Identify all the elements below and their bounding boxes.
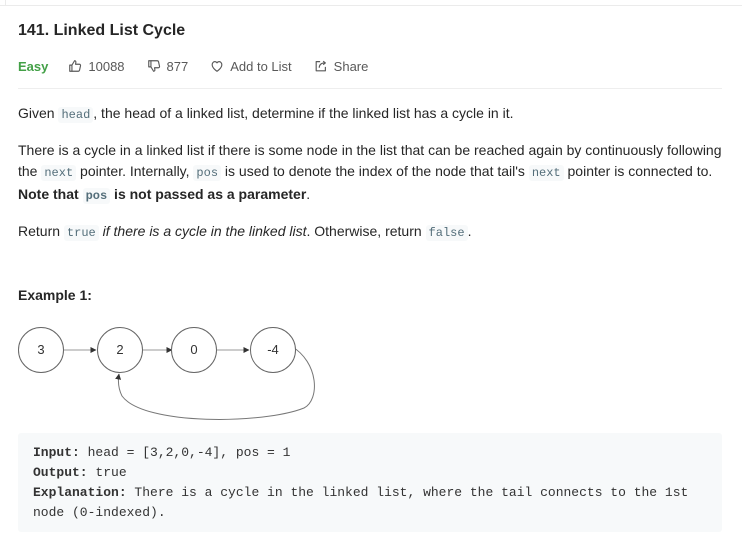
code-false: false [425,225,468,241]
share-label: Share [333,58,369,74]
thumbs-down-icon [147,60,160,72]
node-label: 0 [190,342,197,357]
section-divider [18,88,722,89]
example-explanation: Explanation: There is a cycle in the lin… [33,485,689,520]
problem-meta-bar: Easy 10088 877 Add to List Share [18,56,390,76]
like-count: 10088 [88,58,125,74]
example-title: Example 1: [18,287,92,303]
description-paragraph-1: Given head, the head of a linked list, d… [18,105,514,123]
node-label: 3 [37,342,44,357]
code-pos: pos [82,188,111,204]
example-output: Output: true [33,465,127,480]
code-head: head [58,107,94,123]
code-next: next [41,165,77,181]
note-bold: Note that pos is not passed as a paramet… [18,186,307,204]
linked-list-diagram: 3 2 0 -4 [18,327,315,420]
header-divider [0,0,742,6]
node-label: 2 [116,342,123,357]
dislike-button[interactable]: 877 [147,58,189,74]
heart-icon [211,61,223,72]
description-paragraph-2: There is a cycle in a linked list if the… [18,142,722,204]
code-pos: pos [193,165,222,181]
problem-description: Given head, the head of a linked list, d… [18,103,728,258]
tab-edge [0,0,6,6]
example-code-block: Input: head = [3,2,0,-4], pos = 1 Output… [18,433,722,532]
description-paragraph-3: Return true if there is a cycle in the l… [18,223,472,241]
code-true: true [63,225,99,241]
share-button[interactable]: Share [314,58,369,74]
like-button[interactable]: 10088 [68,58,125,74]
problem-title: 141. Linked List Cycle [18,22,186,39]
example-input: Input: head = [3,2,0,-4], pos = 1 [33,445,291,460]
add-to-list-button[interactable]: Add to List [210,58,292,74]
thumbs-up-icon [69,60,82,72]
add-to-list-label: Add to List [230,58,292,74]
node-label: -4 [267,342,279,357]
code-next: next [528,165,564,181]
dislike-count: 877 [166,58,189,74]
difficulty-badge: Easy [18,58,49,74]
share-icon [315,60,326,72]
